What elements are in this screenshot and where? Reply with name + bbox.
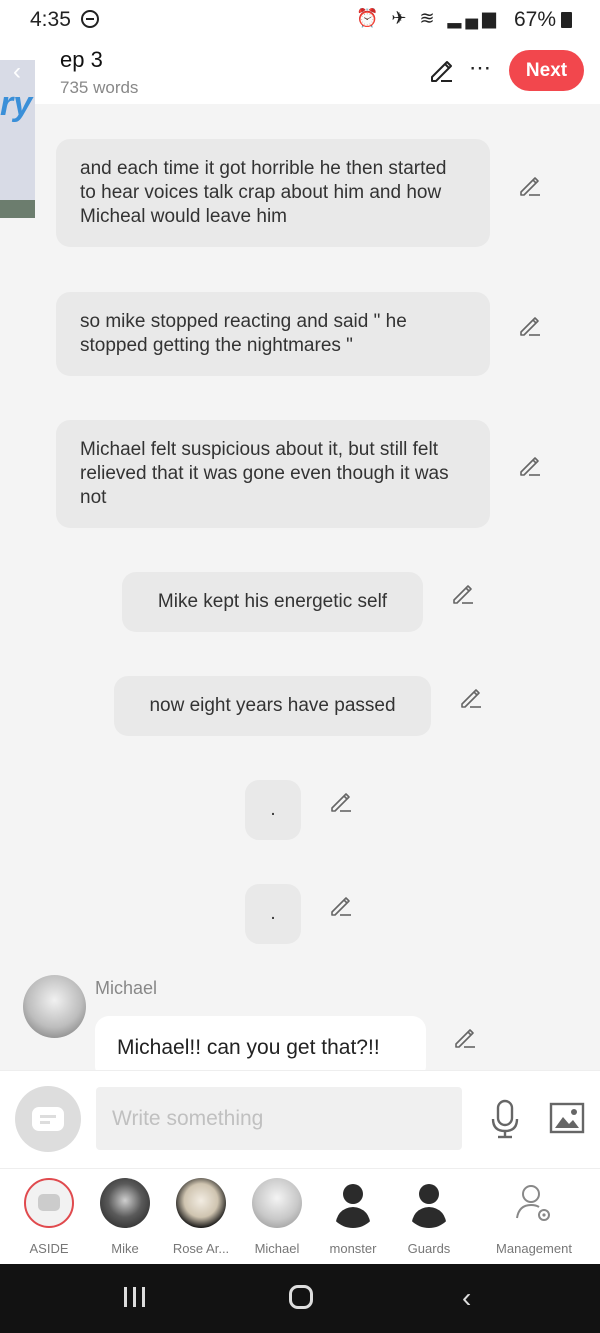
word-count: 735 words <box>60 78 139 97</box>
narration-bubble[interactable]: now eight years have passed <box>114 676 431 736</box>
narration-bubble[interactable]: and each time it got horrible he then st… <box>56 139 490 247</box>
character-label: ASIDE <box>29 1241 69 1256</box>
write-input[interactable] <box>96 1087 462 1150</box>
back-arrow-icon[interactable]: ‹ <box>13 58 21 86</box>
character-label: Mike <box>111 1241 139 1256</box>
character-michael[interactable]: Michael <box>246 1178 308 1256</box>
aside-icon <box>32 1107 64 1131</box>
dnd-icon <box>81 10 99 28</box>
character-mike[interactable]: Mike <box>95 1178 155 1256</box>
management-icon <box>509 1178 559 1228</box>
edit-pencil-icon[interactable] <box>459 686 483 710</box>
edit-pencil-icon[interactable] <box>518 314 542 338</box>
image-icon[interactable] <box>549 1102 585 1134</box>
character-label: monster <box>329 1241 377 1256</box>
speaker-name: Michael <box>95 978 158 998</box>
michael-small-avatar <box>252 1178 302 1228</box>
narration-bubble[interactable]: Michael felt suspicious about it, but st… <box>56 420 490 528</box>
back-icon[interactable]: ‹ <box>462 1282 471 1314</box>
character-rose[interactable]: Rose Ar... <box>170 1178 232 1256</box>
aside-avatar <box>24 1178 74 1228</box>
character-label: Rose Ar... <box>172 1241 230 1256</box>
narration-bubble[interactable]: . <box>245 780 301 840</box>
character-label: Management <box>496 1241 572 1256</box>
pencil-icon[interactable] <box>428 57 454 83</box>
edit-pencil-icon[interactable] <box>453 1026 477 1050</box>
more-icon[interactable]: ⋯ <box>469 55 492 81</box>
mic-icon[interactable] <box>489 1099 521 1139</box>
management-button[interactable]: Management <box>490 1178 578 1256</box>
edit-pencil-icon[interactable] <box>518 174 542 198</box>
character-aside[interactable]: ASIDE <box>19 1178 79 1256</box>
character-guards[interactable]: Guards <box>398 1178 460 1256</box>
edit-pencil-icon[interactable] <box>329 894 353 918</box>
episode-title: ep 3 <box>60 47 103 72</box>
status-bar: 4:35 ⏰ ✈ ≋ ▂▄▆ 67% <box>0 0 600 38</box>
edit-pencil-icon[interactable] <box>518 454 542 478</box>
michael-avatar[interactable] <box>23 975 86 1038</box>
narration-bubble[interactable]: . <box>245 884 301 944</box>
silhouette-icon <box>328 1178 378 1228</box>
battery-icon <box>561 12 572 28</box>
silhouette-icon <box>404 1178 454 1228</box>
next-button[interactable]: Next <box>509 50 584 91</box>
character-label: Michael <box>254 1241 300 1256</box>
status-icons: ⏰ ✈ ≋ ▂▄▆ <box>355 8 500 28</box>
edit-pencil-icon[interactable] <box>451 582 475 606</box>
narration-bubble[interactable]: Mike kept his energetic self <box>122 572 423 632</box>
battery-percent: 67% <box>513 8 556 31</box>
status-time: 4:35 <box>30 8 71 31</box>
rose-avatar <box>176 1178 226 1228</box>
recents-icon[interactable] <box>124 1287 151 1312</box>
aside-toggle-button[interactable] <box>15 1086 81 1152</box>
mike-avatar <box>100 1178 150 1228</box>
narration-bubble[interactable]: so mike stopped reacting and said " he s… <box>56 292 490 376</box>
edit-pencil-icon[interactable] <box>329 790 353 814</box>
home-icon[interactable] <box>289 1285 313 1309</box>
character-label: Guards <box>407 1241 451 1256</box>
character-monster[interactable]: monster <box>322 1178 384 1256</box>
